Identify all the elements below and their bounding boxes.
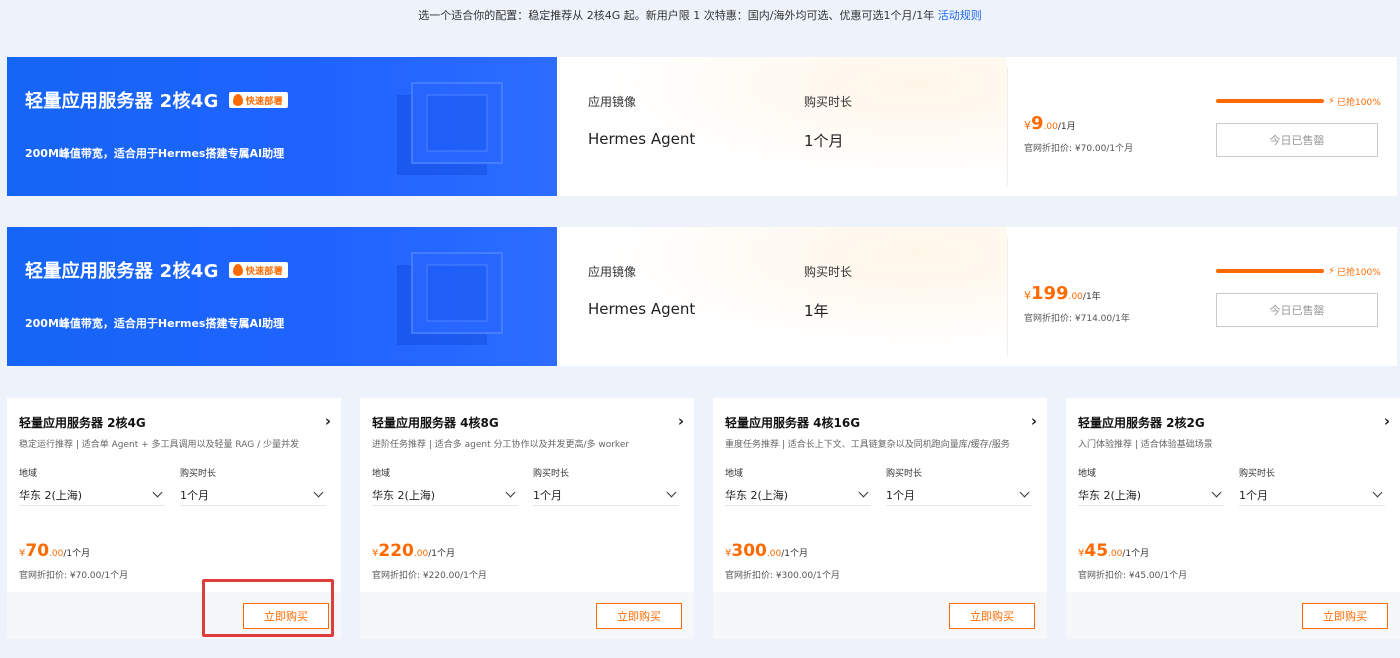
card-description: 重度任务推荐 | 适合长上下文、工具链复杂以及同机跑向量库/缓存/服务 — [725, 440, 1010, 450]
duration-column: 购买时长 1年 — [804, 263, 852, 321]
product-card-4c8g: 轻量应用服务器 4核8G › 进阶任务推荐 | 适合多 agent 分工协作以及… — [360, 398, 694, 639]
region-label: 地域 — [725, 469, 744, 479]
rules-link[interactable]: 活动规则 — [938, 9, 982, 22]
region-select[interactable]: 华东 2(上海) — [372, 484, 518, 506]
sold-out-button[interactable]: 今日已售罄 — [1216, 293, 1378, 327]
duration-label: 购买时长 — [180, 469, 217, 479]
image-column: 应用镜像 Hermes Agent — [588, 93, 695, 148]
flame-icon — [232, 94, 243, 106]
price: ¥199.00/1年 — [1024, 283, 1101, 304]
duration-select[interactable]: 1个月 — [533, 484, 679, 506]
duration-label: 购买时长 — [533, 469, 570, 479]
card-title[interactable]: 轻量应用服务器 4核8G — [372, 414, 499, 431]
buy-now-button[interactable]: 立即购买 — [949, 603, 1035, 629]
region-select[interactable]: 华东 2(上海) — [19, 484, 165, 506]
chevron-down-icon — [152, 487, 163, 498]
card-description: 稳定运行推荐 | 适合单 Agent + 多工具调用以及轻量 RAG / 少量并… — [19, 440, 299, 450]
banner-offer-1: 轻量应用服务器 2核4G 快速部署 200M峰值带宽，适合用于Hermes搭建专… — [7, 57, 1397, 196]
sold-progress-bar — [1216, 99, 1324, 103]
sold-progress-bar — [1216, 269, 1324, 273]
product-card-2c4g: 轻量应用服务器 2核4G › 稳定运行推荐 | 适合单 Agent + 多工具调… — [7, 398, 341, 639]
banner-offer-2: 轻量应用服务器 2核4G 快速部署 200M峰值带宽，适合用于Hermes搭建专… — [7, 227, 1397, 366]
image-label: 应用镜像 — [588, 265, 637, 279]
duration-label: 购买时长 — [886, 469, 923, 479]
quick-deploy-tag: 快速部署 — [228, 262, 288, 278]
chevron-down-icon — [1211, 487, 1222, 498]
top-promo-text: 选一个适合你的配置：稳定推荐从 2核4G 起。新用户限 1 次特惠：国内/海外均… — [418, 9, 935, 22]
duration-select[interactable]: 1个月 — [180, 484, 326, 506]
chevron-down-icon — [858, 487, 869, 498]
banner-hero: 轻量应用服务器 2核4G 快速部署 200M峰值带宽，适合用于Hermes搭建专… — [7, 57, 557, 196]
chevron-down-icon — [666, 487, 677, 498]
region-label: 地域 — [372, 469, 391, 479]
server-cube-icon — [397, 252, 503, 345]
duration-label: 购买时长 — [804, 95, 853, 109]
buy-now-button[interactable]: 立即购买 — [1302, 603, 1388, 629]
duration-label: 购买时长 — [804, 265, 853, 279]
duration-select[interactable]: 1个月 — [886, 484, 1032, 506]
banner-title: 轻量应用服务器 2核4G 快速部署 — [25, 87, 288, 113]
region-select[interactable]: 华东 2(上海) — [725, 484, 871, 506]
banner-price-area: ¥9.00/1月 官网折扣价: ¥70.00/1个月 ⚡ 已抢100% 今日已售… — [1008, 57, 1397, 196]
image-label: 应用镜像 — [588, 95, 637, 109]
card-title[interactable]: 轻量应用服务器 2核4G — [19, 414, 146, 431]
buy-now-button[interactable]: 立即购买 — [596, 603, 682, 629]
original-price: 官网折扣价: ¥300.00/1个月 — [725, 571, 840, 581]
duration-select[interactable]: 1个月 — [1239, 484, 1385, 506]
sold-out-button[interactable]: 今日已售罄 — [1216, 123, 1378, 157]
lightning-icon: ⚡ — [1328, 96, 1336, 107]
banner-title: 轻量应用服务器 2核4G 快速部署 — [25, 257, 288, 283]
chevron-right-icon[interactable]: › — [1384, 412, 1390, 430]
original-price: 官网折扣价: ¥220.00/1个月 — [372, 571, 487, 581]
duration-column: 购买时长 1个月 — [804, 93, 852, 151]
original-price: 官网折扣价: ¥714.00/1年 — [1024, 314, 1130, 324]
banner-config: 应用镜像 Hermes Agent 购买时长 1个月 — [557, 57, 1007, 196]
buy-now-button[interactable]: 立即购买 — [243, 603, 329, 629]
card-description: 进阶任务推荐 | 适合多 agent 分工协作以及并发更高/多 worker — [372, 440, 630, 450]
banner-price-area: ¥199.00/1年 官网折扣价: ¥714.00/1年 ⚡ 已抢100% 今日… — [1008, 227, 1397, 366]
region-label: 地域 — [19, 469, 38, 479]
quick-deploy-tag: 快速部署 — [228, 92, 288, 108]
image-value: Hermes Agent — [588, 300, 696, 318]
chevron-down-icon — [505, 487, 516, 498]
duration-label: 购买时长 — [1239, 469, 1276, 479]
card-title[interactable]: 轻量应用服务器 2核2G — [1078, 414, 1205, 431]
original-price: 官网折扣价: ¥45.00/1个月 — [1078, 571, 1188, 581]
product-card-4c16g: 轻量应用服务器 4核16G › 重度任务推荐 | 适合长上下文、工具链复杂以及同… — [713, 398, 1047, 639]
chevron-down-icon — [1372, 487, 1383, 498]
price: ¥300.00/1个月 — [725, 541, 808, 561]
price: ¥70.00/1个月 — [19, 541, 91, 561]
sold-progress-label: ⚡ 已抢100% — [1328, 266, 1381, 278]
banner-hero: 轻量应用服务器 2核4G 快速部署 200M峰值带宽，适合用于Hermes搭建专… — [7, 227, 557, 366]
chevron-right-icon[interactable]: › — [325, 412, 331, 430]
price: ¥9.00/1月 — [1024, 113, 1076, 134]
price: ¥45.00/1个月 — [1078, 541, 1150, 561]
banner-config: 应用镜像 Hermes Agent 购买时长 1年 — [557, 227, 1007, 366]
product-card-2c2g: 轻量应用服务器 2核2G › 入门体验推荐 | 适合体验基础场景 地域 华东 2… — [1066, 398, 1400, 639]
card-title[interactable]: 轻量应用服务器 4核16G — [725, 414, 860, 431]
duration-value: 1个月 — [804, 132, 844, 150]
original-price: 官网折扣价: ¥70.00/1个月 — [1024, 144, 1134, 154]
region-label: 地域 — [1078, 469, 1097, 479]
image-value: Hermes Agent — [588, 130, 696, 148]
sold-progress-label: ⚡ 已抢100% — [1328, 96, 1381, 108]
image-column: 应用镜像 Hermes Agent — [588, 263, 695, 318]
card-description: 入门体验推荐 | 适合体验基础场景 — [1078, 440, 1213, 450]
banner-subtitle: 200M峰值带宽，适合用于Hermes搭建专属AI助理 — [25, 317, 285, 330]
chevron-right-icon[interactable]: › — [678, 412, 684, 430]
duration-value: 1年 — [804, 302, 829, 320]
chevron-down-icon — [313, 487, 324, 498]
server-cube-icon — [397, 82, 503, 175]
price: ¥220.00/1个月 — [372, 541, 455, 561]
lightning-icon: ⚡ — [1328, 266, 1336, 277]
region-select[interactable]: 华东 2(上海) — [1078, 484, 1224, 506]
flame-icon — [232, 264, 243, 276]
chevron-down-icon — [1019, 487, 1030, 498]
original-price: 官网折扣价: ¥70.00/1个月 — [19, 571, 129, 581]
top-promo-note: 选一个适合你的配置：稳定推荐从 2核4G 起。新用户限 1 次特惠：国内/海外均… — [0, 8, 1400, 24]
chevron-right-icon[interactable]: › — [1031, 412, 1037, 430]
banner-subtitle: 200M峰值带宽，适合用于Hermes搭建专属AI助理 — [25, 147, 285, 160]
